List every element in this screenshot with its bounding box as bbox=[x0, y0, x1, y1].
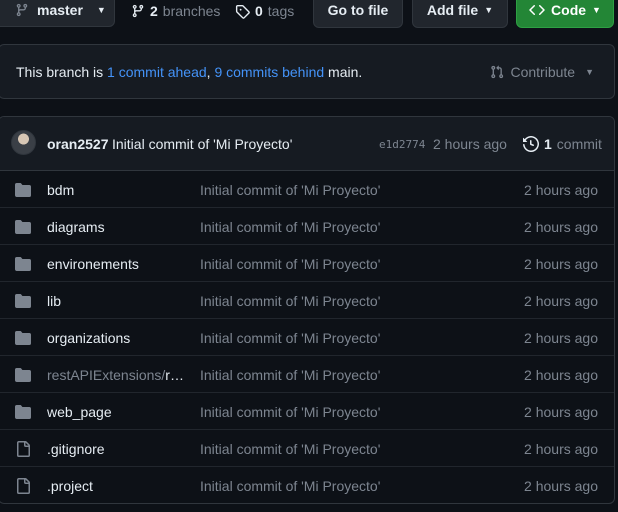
tags-label: tags bbox=[267, 3, 295, 19]
file-icon bbox=[15, 478, 31, 494]
add-file-button[interactable]: Add file ▼ bbox=[412, 0, 508, 28]
git-pull-request-icon bbox=[491, 65, 504, 79]
history-icon bbox=[523, 136, 539, 152]
branch-name: master bbox=[37, 1, 83, 18]
code-label: Code bbox=[551, 2, 587, 18]
file-commit-time: 2 hours ago bbox=[524, 256, 598, 272]
file-commit-time: 2 hours ago bbox=[524, 293, 598, 309]
latest-commit-bar: oran2527 Initial commit of 'Mi Proyecto'… bbox=[0, 117, 614, 171]
commits-behind-link[interactable]: 9 commits behind bbox=[214, 64, 324, 80]
code-icon bbox=[529, 4, 545, 16]
go-to-file-label: Go to file bbox=[327, 2, 389, 18]
table-row[interactable]: web_page Initial commit of 'Mi Proyecto' 2… bbox=[0, 393, 614, 430]
file-name: diagrams bbox=[47, 219, 105, 235]
file-commit-message-link[interactable]: Initial commit of 'Mi Proyecto' bbox=[200, 367, 380, 383]
contribute-label: Contribute bbox=[510, 64, 576, 80]
chevron-down-icon: ▼ bbox=[585, 67, 594, 77]
table-row[interactable]: organizations Initial commit of 'Mi Proye… bbox=[0, 319, 614, 356]
file-commit-message-link[interactable]: Initial commit of 'Mi Proyecto' bbox=[200, 219, 380, 235]
file-name-link[interactable]: bdm bbox=[47, 182, 187, 198]
folder-icon bbox=[15, 404, 31, 420]
git-branch-icon bbox=[132, 4, 144, 18]
branches-link[interactable]: 2 branches bbox=[131, 3, 220, 19]
folder-icon bbox=[15, 330, 31, 346]
commit-sha-link[interactable]: e1d2774 bbox=[379, 138, 425, 151]
file-commit-message-link[interactable]: Initial commit of 'Mi Proyecto' bbox=[200, 182, 380, 198]
file-name-path-prefix: restAPIExtensions/ bbox=[47, 367, 166, 383]
file-commit-message-link[interactable]: Initial commit of 'Mi Proyecto' bbox=[200, 478, 380, 494]
commit-time: 2 hours ago bbox=[433, 136, 507, 152]
git-branch-icon bbox=[16, 3, 28, 16]
chevron-down-icon: ▼ bbox=[592, 5, 601, 15]
file-name: .project bbox=[47, 478, 93, 494]
file-commit-message-link[interactable]: Initial commit of 'Mi Proyecto' bbox=[200, 256, 380, 272]
branch-status-prefix: This branch is bbox=[16, 63, 108, 80]
folder-icon bbox=[15, 293, 31, 309]
commit-count-label: commit bbox=[556, 136, 602, 152]
file-commit-message-link[interactable]: Initial commit of 'Mi Proyecto' bbox=[200, 441, 380, 457]
file-commit-time: 2 hours ago bbox=[524, 330, 598, 346]
code-button[interactable]: Code ▼ bbox=[516, 0, 614, 28]
chevron-down-icon: ▼ bbox=[484, 5, 494, 15]
chevron-down-icon: ▼ bbox=[96, 4, 106, 15]
file-name-link[interactable]: organizations bbox=[47, 330, 187, 346]
file-name: organizations bbox=[47, 330, 131, 346]
file-commit-time: 2 hours ago bbox=[524, 478, 598, 494]
file-name-link[interactable]: restAPIExtensions/re… bbox=[47, 367, 187, 383]
file-name-link[interactable]: .gitignore bbox=[47, 441, 187, 457]
file-name: .gitignore bbox=[47, 441, 105, 457]
branch-status-suffix: main. bbox=[324, 63, 363, 80]
file-name: bdm bbox=[47, 182, 75, 198]
file-name: environements bbox=[47, 256, 139, 272]
file-commit-message-link[interactable]: Initial commit of 'Mi Proyecto' bbox=[200, 330, 380, 346]
tag-icon bbox=[235, 4, 250, 19]
folder-icon bbox=[15, 256, 31, 272]
add-file-label: Add file bbox=[426, 2, 479, 18]
file-name: re… bbox=[165, 367, 187, 383]
go-to-file-button[interactable]: Go to file bbox=[313, 0, 403, 28]
file-name: lib bbox=[47, 293, 62, 309]
folder-icon bbox=[15, 182, 31, 198]
file-icon bbox=[15, 441, 31, 457]
table-row[interactable]: environements Initial commit of 'Mi Proye… bbox=[0, 245, 614, 282]
file-name-link[interactable]: diagrams bbox=[47, 219, 187, 235]
file-name: web_page bbox=[47, 404, 112, 420]
folder-icon bbox=[15, 367, 31, 383]
file-commit-message-link[interactable]: Initial commit of 'Mi Proyecto' bbox=[200, 293, 380, 309]
tags-link[interactable]: 0 tags bbox=[235, 3, 294, 19]
file-table: oran2527 Initial commit of 'Mi Proyecto'… bbox=[0, 116, 615, 504]
table-row[interactable]: .gitignore Initial commit of 'Mi Proyecto… bbox=[0, 430, 614, 467]
branch-select-button[interactable]: master ▼ bbox=[0, 0, 115, 27]
commit-message-link[interactable]: Initial commit of 'Mi Proyecto' bbox=[112, 136, 292, 152]
file-name-link[interactable]: environements bbox=[47, 256, 187, 272]
branches-label: branches bbox=[162, 3, 221, 19]
commit-history-link[interactable]: 1 commit bbox=[523, 136, 602, 152]
branch-status-sep: , bbox=[206, 63, 215, 80]
table-row[interactable]: restAPIExtensions/re… Initial commit of '… bbox=[0, 356, 614, 393]
file-commit-time: 2 hours ago bbox=[524, 441, 598, 457]
table-row[interactable]: lib Initial commit of 'Mi Proyecto' 2 hour… bbox=[0, 282, 614, 319]
avatar[interactable] bbox=[11, 130, 36, 155]
branches-count: 2 bbox=[150, 3, 158, 19]
file-name-link[interactable]: lib bbox=[47, 293, 187, 309]
table-row[interactable]: .project Initial commit of 'Mi Proyecto' 2… bbox=[0, 467, 614, 503]
file-commit-time: 2 hours ago bbox=[524, 367, 598, 383]
contribute-dropdown[interactable]: Contribute ▼ bbox=[490, 64, 594, 80]
table-row[interactable]: diagrams Initial commit of 'Mi Proyecto' 2… bbox=[0, 208, 614, 245]
file-commit-message-link[interactable]: Initial commit of 'Mi Proyecto' bbox=[200, 404, 380, 420]
file-name-link[interactable]: web_page bbox=[47, 404, 187, 420]
table-row[interactable]: bdm Initial commit of 'Mi Proyecto' 2 hour… bbox=[0, 171, 614, 208]
commit-author-link[interactable]: oran2527 bbox=[47, 136, 108, 152]
folder-icon bbox=[15, 219, 31, 235]
file-commit-time: 2 hours ago bbox=[524, 219, 598, 235]
file-commit-time: 2 hours ago bbox=[524, 182, 598, 198]
file-name-link[interactable]: .project bbox=[47, 478, 187, 494]
file-commit-time: 2 hours ago bbox=[524, 404, 598, 420]
commits-ahead-link[interactable]: 1 commit ahead bbox=[107, 64, 207, 80]
commit-count: 1 bbox=[544, 136, 552, 152]
tags-count: 0 bbox=[255, 3, 263, 19]
branch-status-box: This branch is 1 commit ahead , 9 commit… bbox=[0, 44, 615, 99]
